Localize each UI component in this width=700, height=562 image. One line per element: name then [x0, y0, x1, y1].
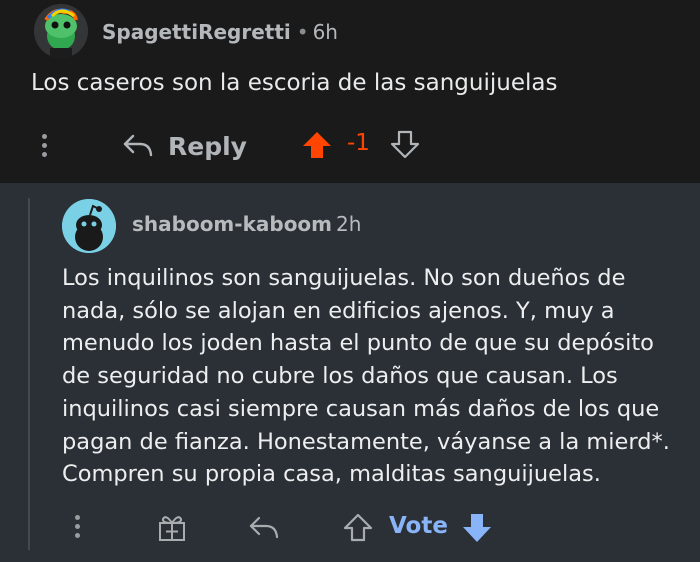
snoo-avatar-icon [62, 199, 116, 253]
comment-actions: Vote [0, 505, 700, 550]
snoo-avatar-icon [34, 4, 88, 58]
comment-age: 2h [336, 212, 362, 236]
reply-label: Reply [168, 131, 247, 161]
username[interactable]: shaboom-kaboom [132, 212, 332, 236]
comment-actions: Reply -1 [0, 120, 700, 170]
thread-line[interactable] [28, 198, 30, 550]
upvote-arrow-icon[interactable] [343, 513, 373, 543]
meta-separator: • [296, 20, 309, 44]
comment-meta: SpagettiRegretti • 6h [102, 20, 338, 44]
downvote-arrow-icon[interactable] [390, 130, 420, 160]
vote-label: Vote [389, 513, 448, 539]
reply-arrow-icon[interactable] [248, 515, 280, 541]
award-gift-icon[interactable] [157, 513, 187, 543]
comment-age: 6h [312, 20, 338, 44]
downvote-arrow-icon[interactable] [461, 513, 493, 543]
upvote-arrow-icon[interactable] [302, 130, 332, 160]
parent-comment: SpagettiRegretti • 6h Los caseros son la e… [0, 0, 700, 183]
comment-body: Los inquilinos son sanguijuelas. No son … [62, 265, 670, 488]
comment-body: Los caseros son la escoria de las sangui… [31, 70, 558, 96]
avatar[interactable] [34, 4, 88, 58]
avatar[interactable] [62, 199, 116, 253]
comment-meta: shaboom-kaboom 2h [132, 212, 361, 236]
username[interactable]: SpagettiRegretti [102, 20, 291, 44]
more-options-icon[interactable] [75, 515, 81, 542]
vote-score: -1 [347, 130, 370, 156]
reply-arrow-icon [123, 134, 153, 157]
reply-button[interactable]: Reply [122, 126, 247, 166]
more-options-icon[interactable] [42, 134, 48, 161]
